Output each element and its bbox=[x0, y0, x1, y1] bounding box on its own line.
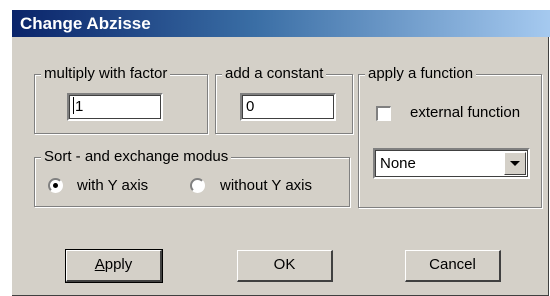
constant-legend: add a constant bbox=[222, 65, 327, 83]
constant-value: 0 bbox=[246, 98, 255, 115]
constant-input[interactable]: 0 bbox=[240, 93, 336, 121]
external-function-label[interactable]: external function bbox=[410, 104, 520, 122]
apply-button[interactable]: Apply bbox=[65, 249, 163, 283]
text-caret bbox=[73, 97, 74, 114]
ok-label: OK bbox=[273, 256, 296, 273]
left-margin bbox=[0, 0, 12, 296]
radio-without-y-axis[interactable] bbox=[190, 178, 205, 193]
apply-mnemonic: A bbox=[94, 256, 105, 273]
chevron-down-icon[interactable] bbox=[504, 152, 526, 175]
sort-legend: Sort - and exchange modus bbox=[41, 148, 232, 166]
title-bar: Change Abzisse bbox=[12, 10, 550, 37]
window-title: Change Abzisse bbox=[20, 14, 151, 33]
apply-label: pply bbox=[104, 256, 133, 273]
function-select[interactable]: None bbox=[373, 148, 530, 179]
ok-button[interactable]: OK bbox=[237, 250, 333, 282]
radio-with-y-axis[interactable] bbox=[48, 178, 63, 193]
external-function-checkbox[interactable] bbox=[376, 106, 391, 121]
multiply-factor-input[interactable]: 1 bbox=[67, 93, 163, 121]
radio-with-y-axis-label[interactable]: with Y axis bbox=[77, 177, 148, 195]
cancel-label: Cancel bbox=[429, 256, 476, 273]
radio-without-y-axis-label[interactable]: without Y axis bbox=[220, 177, 312, 195]
function-select-value: None bbox=[380, 155, 416, 172]
cancel-button[interactable]: Cancel bbox=[405, 250, 501, 282]
function-group: apply a function bbox=[358, 65, 542, 208]
multiply-legend: multiply with factor bbox=[41, 65, 171, 83]
radio-selected-dot bbox=[53, 183, 58, 188]
multiply-factor-value: 1 bbox=[75, 98, 84, 115]
function-legend: apply a function bbox=[365, 65, 477, 83]
